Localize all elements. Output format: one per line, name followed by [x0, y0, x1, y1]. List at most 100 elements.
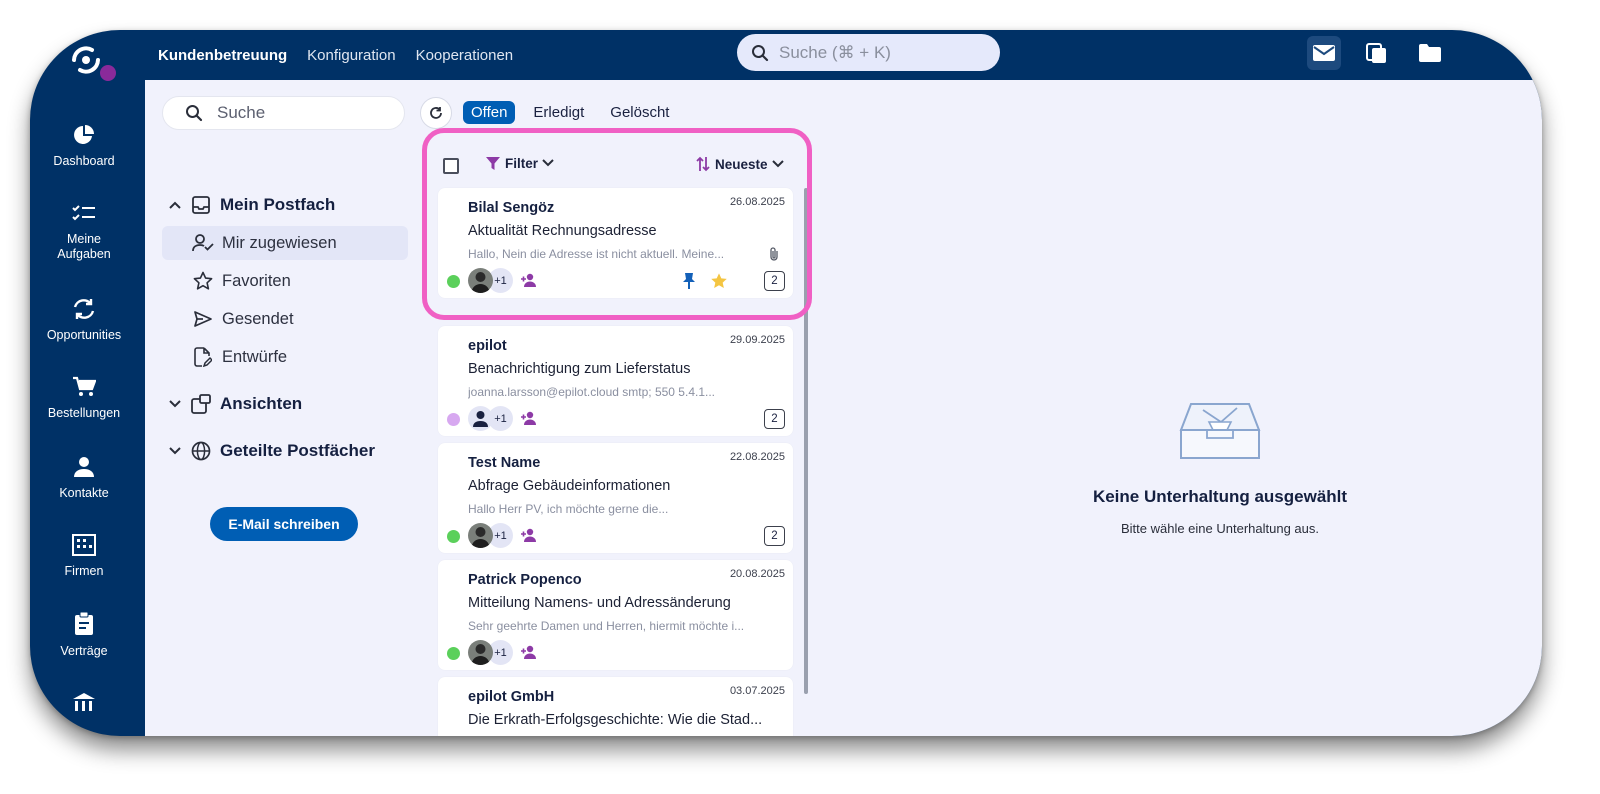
pie-chart-icon [73, 124, 95, 146]
sidebar-item-label: Entwürfe [222, 347, 288, 366]
conversation-subject: Mitteilung Namens- und Adressänderung [468, 595, 731, 611]
chevron-up-icon [162, 201, 188, 209]
chevron-down-icon [771, 160, 784, 168]
sort-button[interactable]: Neueste [695, 155, 784, 173]
status-dot [447, 275, 460, 288]
app-window: Kundenbetreuung Konfiguration Kooperatio… [30, 30, 1542, 736]
tab-erledigt[interactable]: Erledigt [525, 101, 592, 124]
content-area: Mein Postfach Mir zugewiesen Favoriten G… [145, 80, 1542, 736]
conversation-subject: Abfrage Gebäudeinformationen [468, 478, 671, 494]
conversation-date: 20.08.2025 [729, 568, 785, 580]
task-list-icon [72, 204, 96, 224]
global-search[interactable] [737, 34, 1000, 71]
select-all-checkbox[interactable] [443, 158, 459, 174]
rail-dashboard[interactable]: Dashboard [30, 124, 138, 169]
conversation-subject: Die Erkrath-Erfolgsgeschichte: Wie die S… [468, 712, 763, 728]
rail-label: Opportunities [46, 328, 122, 342]
chevron-down-icon [542, 159, 554, 167]
conversation-date: 26.08.2025 [729, 196, 785, 208]
sidebar-search[interactable] [162, 96, 405, 130]
sidebar-item-gesendet[interactable]: Gesendet [162, 302, 408, 336]
avatar [468, 640, 493, 665]
rail-meine-aufgaben[interactable]: Meine Aufgaben [30, 204, 138, 262]
conversation-preview: Hallo Herr PV, ich möchte gerne die... [468, 502, 669, 516]
conversation-card[interactable]: Patrick Popenco 20.08.2025 Mitteilung Na… [438, 560, 793, 670]
sidebar-item-entwuerfe[interactable]: Entwürfe [162, 340, 408, 374]
message-count: 2 [764, 526, 785, 546]
compose-email-button[interactable]: E-Mail schreiben [210, 507, 358, 541]
refresh-icon[interactable] [420, 97, 452, 129]
paperclip-icon [769, 246, 779, 262]
mail-icon[interactable] [1307, 36, 1341, 70]
left-rail: Dashboard Meine Aufgaben Opportunities B… [30, 80, 145, 736]
rail-more[interactable] [30, 692, 138, 714]
conversation-list: Filter Neueste Bilal Sengöz 26.08.2025 A… [423, 130, 811, 736]
draft-icon [190, 347, 216, 367]
pin-icon[interactable] [682, 272, 696, 290]
assign-user-icon[interactable] [520, 528, 538, 542]
nav-konfiguration[interactable]: Konfiguration [307, 47, 395, 64]
sender-name: Test Name [468, 455, 541, 471]
assign-user-icon[interactable] [520, 645, 538, 659]
person-icon [468, 406, 493, 431]
assign-user-icon[interactable] [520, 411, 538, 425]
conversation-card[interactable]: Test Name 22.08.2025 Abfrage Gebäudeinfo… [438, 443, 793, 553]
message-count: 2 [764, 271, 785, 291]
rail-label: Meine Aufgaben [57, 232, 111, 261]
tree-ansichten[interactable]: Ansichten [162, 387, 408, 421]
sort-label: Neueste [715, 156, 768, 172]
rail-label: Firmen [64, 564, 104, 578]
rail-firmen[interactable]: Firmen [30, 534, 138, 579]
conversation-subject: Benachrichtigung zum Lieferstatus [468, 361, 691, 377]
status-tabs: Offen Erledigt Gelöscht [463, 101, 677, 124]
chevron-down-icon [162, 400, 188, 408]
sender-name: Bilal Sengöz [468, 200, 555, 216]
person-icon [73, 456, 95, 478]
list-scrollbar[interactable] [804, 188, 808, 694]
filter-label: Filter [505, 155, 539, 171]
conversation-preview: Hallo, Nein die Adresse ist nicht aktuel… [468, 247, 725, 261]
sidebar-item-mir-zugewiesen[interactable]: Mir zugewiesen [162, 226, 408, 260]
documents-icon[interactable] [1360, 36, 1394, 70]
views-title: Ansichten [220, 394, 303, 413]
empty-state-title: Keine Unterhaltung ausgewählt [1092, 487, 1348, 506]
sender-name: epilot GmbH [468, 689, 555, 705]
empty-state: Keine Unterhaltung ausgewählt Bitte wähl… [1020, 400, 1420, 536]
rail-kontakte[interactable]: Kontakte [30, 456, 138, 501]
nav-kooperationen[interactable]: Kooperationen [416, 47, 514, 64]
inbox-icon [188, 196, 214, 214]
empty-state-subtitle: Bitte wähle eine Unterhaltung aus. [1120, 521, 1319, 536]
rail-vertraege[interactable]: Verträge [30, 612, 138, 659]
conversation-card[interactable]: Bilal Sengöz 26.08.2025 Aktualität Rechn… [438, 188, 793, 298]
send-icon [190, 310, 216, 328]
nav-kundenbetreuung[interactable]: Kundenbetreuung [158, 47, 287, 64]
person-check-icon [190, 234, 216, 252]
tree-geteilte-postfaecher[interactable]: Geteilte Postfächer [162, 434, 408, 468]
filter-button[interactable]: Filter [485, 155, 554, 171]
tab-geloescht[interactable]: Gelöscht [602, 101, 677, 124]
sidebar-item-favoriten[interactable]: Favoriten [162, 264, 408, 298]
tab-offen[interactable]: Offen [463, 101, 516, 124]
conversation-card[interactable]: epilot 29.09.2025 Benachrichtigung zum L… [438, 326, 793, 436]
conversation-date: 22.08.2025 [729, 451, 785, 463]
filter-icon [485, 155, 501, 171]
rail-label: Dashboard [53, 154, 115, 168]
rail-bestellungen[interactable]: Bestellungen [30, 376, 138, 421]
chevron-down-icon [162, 447, 188, 455]
sidebar-search-input[interactable] [217, 103, 387, 123]
conversation-preview: joanna.larsson@epilot.cloud smtp; 550 5.… [468, 385, 715, 399]
avatar [468, 268, 493, 293]
global-search-input[interactable] [779, 42, 979, 63]
shared-mailboxes-title: Geteilte Postfächer [220, 441, 375, 460]
star-icon[interactable] [710, 272, 728, 290]
folder-icon[interactable] [1413, 36, 1447, 70]
globe-icon [188, 441, 214, 461]
tree-mein-postfach[interactable]: Mein Postfach [162, 188, 408, 222]
sender-name: epilot [468, 338, 507, 354]
sidebar-item-label: Mir zugewiesen [222, 233, 337, 252]
clipboard-icon [74, 612, 94, 636]
rail-opportunities[interactable]: Opportunities [30, 298, 138, 343]
search-icon [751, 44, 769, 62]
assign-user-icon[interactable] [520, 273, 538, 287]
conversation-card[interactable]: epilot GmbH 03.07.2025 Die Erkrath-Erfol… [438, 677, 793, 736]
